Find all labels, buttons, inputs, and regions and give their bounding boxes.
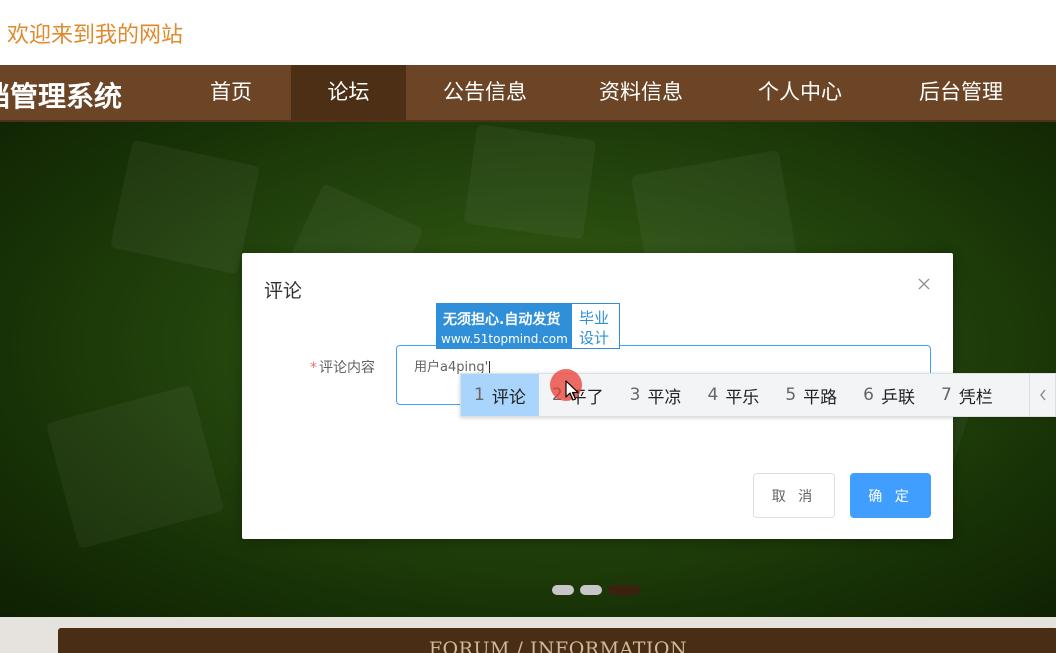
close-icon[interactable] [913,273,935,295]
ime-candidate-bar: 1评论 2平了 3平凉 4平乐 5平路 6乒联 7凭栏 [460,373,1056,417]
watermark-url: www.51topmind.com [441,332,568,346]
nav-item-forum[interactable]: 论坛 [291,65,406,120]
ime-candidate[interactable]: 3 平凉 [617,374,695,416]
watermark-badge: 无须担心.自动发货 www.51topmind.com 毕业 设计 [436,303,620,349]
watermark-right: 毕业 设计 [572,304,619,348]
ime-candidate-number: 5 [785,385,797,405]
required-mark: * [310,360,317,376]
ime-candidate[interactable]: 7 凭栏 [928,374,1006,416]
comment-content-label-text: 评论内容 [319,360,375,376]
ime-candidate-number: 1 [474,385,485,405]
carousel-dot-active[interactable] [608,585,640,595]
section-title: FORUM / INFORMATION [428,638,688,653]
ime-candidate[interactable]: 1 评论 [461,374,539,416]
dialog-title: 评论 [264,280,303,302]
watermark-tag-line2: 设计 [579,329,610,347]
ime-candidate-number: 3 [629,385,641,405]
nav-item-home[interactable]: 首页 [175,65,287,120]
main-nav: 档管理系统 首页 论坛 公告信息 资料信息 个人中心 后台管理 [0,65,1056,122]
watermark-left: 无须担心.自动发货 www.51topmind.com [437,304,572,348]
watermark-tag-line1: 毕业 [579,309,610,327]
ime-candidate-number: 4 [707,385,719,405]
welcome-bar: 欢迎来到我的网站 [0,0,1056,65]
ime-candidate[interactable]: 5 平路 [772,374,850,416]
ime-candidate-text: 凭栏 [958,387,993,408]
carousel-dot[interactable] [580,585,602,595]
site-title: 档管理系统 [0,80,123,113]
ime-candidate-text: 平乐 [725,387,760,408]
confirm-button[interactable]: 确 定 [850,473,931,518]
ime-candidate-text: 平路 [803,387,838,408]
cancel-button[interactable]: 取 消 [753,473,835,518]
ime-candidate-number: 7 [940,385,952,405]
carousel-indicators [548,581,650,599]
carousel-dot[interactable] [552,585,574,595]
ime-candidate[interactable]: 6 乒联 [850,374,928,416]
ime-candidate-text: 评论 [491,387,526,408]
nav-item-materials[interactable]: 资料信息 [565,65,717,120]
nav-item-announcements[interactable]: 公告信息 [410,65,560,120]
nav-item-admin[interactable]: 后台管理 [883,65,1039,120]
ime-candidate-text: 乒联 [880,387,915,408]
watermark-text: 无须担心.自动发货 [443,312,561,328]
welcome-text: 欢迎来到我的网站 [7,23,184,48]
ime-candidate-number: 6 [863,385,874,405]
chevron-left-icon[interactable] [1029,374,1055,416]
forum-section-header: FORUM / INFORMATION [58,628,1056,653]
ime-candidate[interactable]: 4 平乐 [694,374,772,416]
comment-content-label: * 评论内容 [310,357,375,377]
nav-item-personal-center[interactable]: 个人中心 [721,65,879,120]
mouse-pointer-icon [565,380,581,402]
ime-candidate-text: 平凉 [647,387,682,408]
